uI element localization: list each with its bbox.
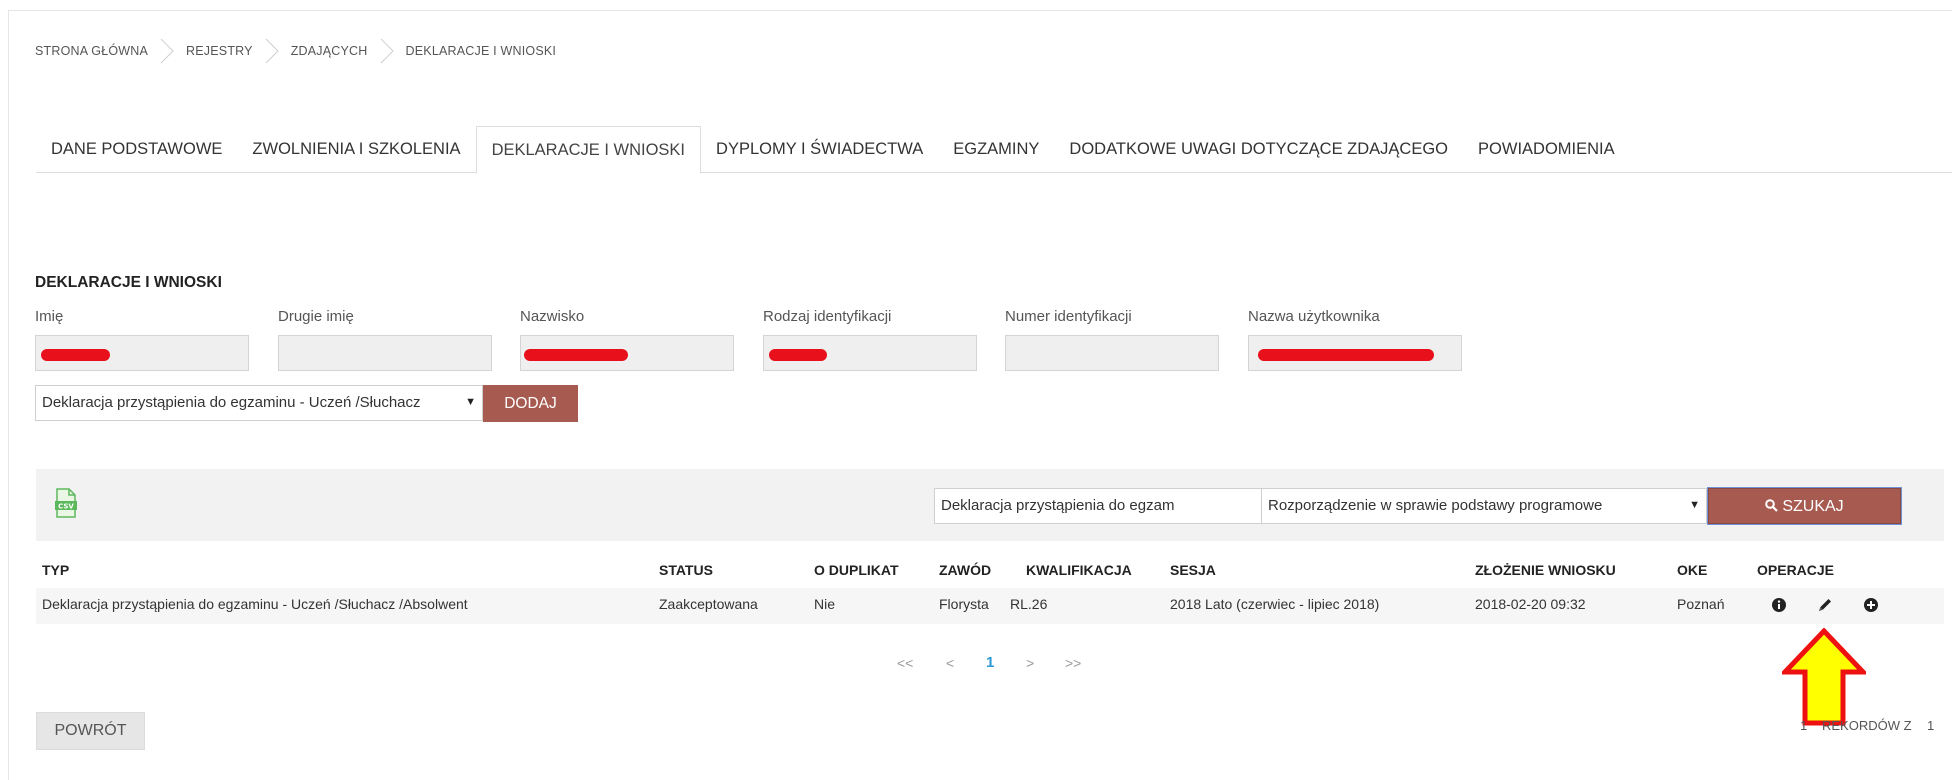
tab-egzaminy[interactable]: EGZAMINY xyxy=(938,126,1054,172)
col-header-sesja: SESJA xyxy=(1170,562,1216,578)
pager-last[interactable]: >> xyxy=(1065,655,1081,671)
last-name-label: Nazwisko xyxy=(520,308,585,325)
section-title: DEKLARACJE I WNIOSKI xyxy=(35,274,222,291)
filter-regulation-select[interactable]: Rozporządzenie w sprawie podstawy progra… xyxy=(1261,488,1707,524)
breadcrumb-separator-icon xyxy=(160,38,174,64)
chevron-down-icon: ▼ xyxy=(465,396,476,408)
breadcrumb: STRONA GŁÓWNA REJESTRY ZDAJĄCYCH DEKLARA… xyxy=(35,38,556,64)
col-header-zawod: ZAWÓD xyxy=(939,562,992,578)
add-circle-icon[interactable] xyxy=(1862,596,1880,614)
tab-dane-podstawowe[interactable]: DANE PODSTAWOWE xyxy=(36,126,237,172)
cell-zlozenie: 2018-02-20 09:32 xyxy=(1475,596,1586,612)
pager-prev[interactable]: < xyxy=(946,655,954,671)
id-number-field xyxy=(1005,335,1219,371)
username-field xyxy=(1248,335,1462,371)
records-shown: 1 xyxy=(1800,718,1808,733)
second-name-label: Drugie imię xyxy=(278,308,354,325)
id-number-label: Numer identyfikacji xyxy=(1005,308,1132,325)
redaction-mark xyxy=(41,349,110,361)
chevron-down-icon: ▼ xyxy=(1689,499,1700,511)
records-total: 1 xyxy=(1927,718,1935,733)
tab-dodatkowe-uwagi[interactable]: DODATKOWE UWAGI DOTYCZĄCE ZDAJĄCEGO xyxy=(1054,126,1463,172)
col-header-zlozenie: ZŁOŻENIE WNIOSKU xyxy=(1475,562,1616,578)
col-header-typ: TYP xyxy=(42,562,70,578)
second-name-field xyxy=(278,335,492,371)
add-button[interactable]: DODAJ xyxy=(483,385,578,422)
annotation-arrow-icon xyxy=(1782,628,1866,726)
redaction-mark xyxy=(769,349,827,361)
breadcrumb-home[interactable]: STRONA GŁÓWNA xyxy=(35,44,148,58)
tab-powiadomienia[interactable]: POWIADOMIENIA xyxy=(1463,126,1630,172)
col-header-status: STATUS xyxy=(659,562,713,578)
last-name-field xyxy=(520,335,734,371)
cell-sesja: 2018 Lato (czerwiec - lipiec 2018) xyxy=(1170,596,1380,612)
svg-text:CSV: CSV xyxy=(58,503,74,511)
tab-deklaracje-i-wnioski[interactable]: DEKLARACJE I WNIOSKI xyxy=(475,126,702,174)
tab-dyplomy-i-swiadectwa[interactable]: DYPLOMY I ŚWIADECTWA xyxy=(701,126,938,172)
col-header-operacje: OPERACJE xyxy=(1757,562,1835,578)
tab-bar: DANE PODSTAWOWE ZWOLNIENIA I SZKOLENIA D… xyxy=(36,126,1952,174)
id-type-label: Rodzaj identyfikacji xyxy=(763,308,892,325)
edit-pencil-icon[interactable] xyxy=(1816,596,1834,614)
redaction-mark xyxy=(524,349,628,361)
cell-status: Zaakceptowana xyxy=(659,596,758,612)
csv-export-icon[interactable]: CSV xyxy=(54,488,78,518)
search-icon xyxy=(1765,499,1779,512)
first-name-label: Imię xyxy=(35,308,64,325)
filter-type-value: Deklaracja przystąpienia do egzam xyxy=(941,497,1175,514)
col-header-duplikat: O DUPLIKAT xyxy=(814,562,899,578)
username-label: Nazwa użytkownika xyxy=(1248,308,1380,325)
declaration-type-value: Deklaracja przystąpienia do egzaminu - U… xyxy=(42,394,421,411)
back-button[interactable]: POWRÓT xyxy=(36,712,145,750)
pager-next[interactable]: > xyxy=(1026,655,1034,671)
first-name-field xyxy=(35,335,249,371)
redaction-mark xyxy=(1258,349,1434,361)
search-button[interactable]: SZUKAJ xyxy=(1708,488,1901,524)
filter-toolbar: CSV Deklaracja przystąpienia do egzam ▼ … xyxy=(36,469,1944,541)
breadcrumb-separator-icon xyxy=(380,38,394,64)
cell-oke: Poznań xyxy=(1677,596,1725,612)
filter-regulation-value: Rozporządzenie w sprawie podstawy progra… xyxy=(1268,497,1603,514)
search-button-label: SZUKAJ xyxy=(1782,498,1844,515)
col-header-kwalifikacja: KWALIFIKACJA xyxy=(1026,562,1132,578)
pager-current-page[interactable]: 1 xyxy=(986,654,994,671)
cell-typ: Deklaracja przystąpienia do egzaminu - U… xyxy=(42,596,468,612)
breadcrumb-rejestry[interactable]: REJESTRY xyxy=(186,44,253,58)
pager-first[interactable]: << xyxy=(897,655,913,671)
breadcrumb-current: DEKLARACJE I WNIOSKI xyxy=(405,44,557,58)
id-type-field xyxy=(763,335,977,371)
info-icon[interactable] xyxy=(1770,596,1788,614)
declaration-type-select[interactable]: Deklaracja przystąpienia do egzaminu - U… xyxy=(35,385,483,421)
cell-zawod: Florysta xyxy=(939,596,989,612)
col-header-oke: OKE xyxy=(1677,562,1708,578)
cell-duplikat: Nie xyxy=(814,596,836,612)
breadcrumb-zdajacych[interactable]: ZDAJĄCYCH xyxy=(291,44,368,58)
cell-kwalifikacja: RL.26 xyxy=(1010,596,1048,612)
breadcrumb-separator-icon xyxy=(265,38,279,64)
records-label: REKORDÓW Z xyxy=(1822,718,1912,733)
filter-type-select[interactable]: Deklaracja przystąpienia do egzam ▼ xyxy=(934,488,1298,524)
tab-zwolnienia-i-szkolenia[interactable]: ZWOLNIENIA I SZKOLENIA xyxy=(237,126,475,172)
